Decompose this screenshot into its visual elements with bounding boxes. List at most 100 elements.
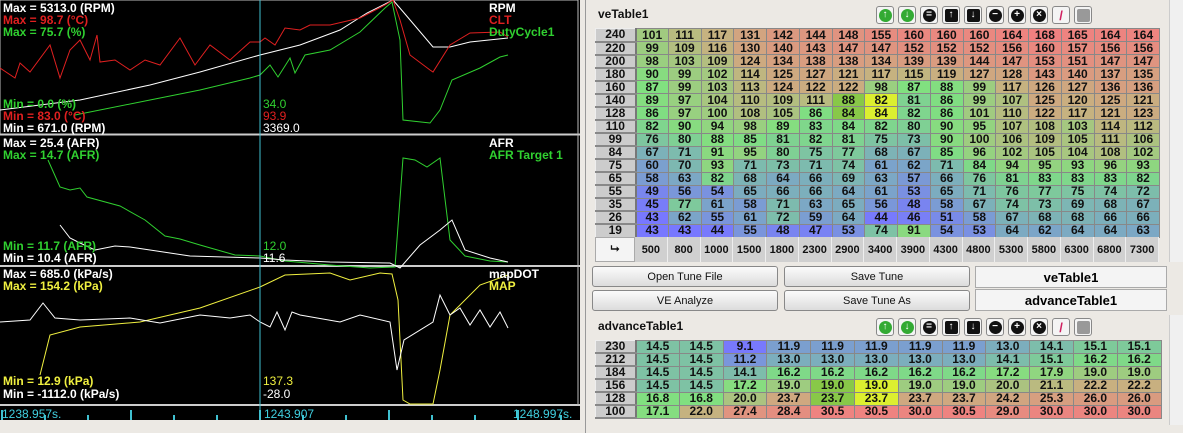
table-cell[interactable]: 81 (766, 132, 800, 147)
table-cell[interactable]: 84 (962, 158, 997, 173)
table-cell[interactable]: 142 (766, 27, 800, 43)
table-cell[interactable]: 119 (929, 67, 964, 82)
pen-button[interactable]: / (1052, 6, 1070, 24)
table-cell[interactable]: 86 (929, 93, 964, 108)
table-cell[interactable]: 68 (1060, 210, 1095, 225)
ve-scrollbar[interactable] (1169, 0, 1183, 262)
table-cell[interactable]: 102 (1126, 145, 1160, 160)
table-cell[interactable]: 152 (962, 41, 997, 56)
table-cell[interactable]: 87 (635, 80, 669, 95)
table-cell[interactable]: 122 (1028, 106, 1062, 121)
square-button[interactable] (1074, 6, 1092, 24)
table-cell[interactable]: 65 (831, 197, 866, 212)
table-cell[interactable]: 67 (995, 210, 1029, 225)
table-cell[interactable]: 103 (667, 54, 702, 69)
table-cell[interactable]: 130 (733, 41, 767, 56)
table-cell[interactable]: 68 (733, 171, 767, 186)
table-cell[interactable]: 47 (798, 223, 833, 239)
table-cell[interactable]: 83 (1093, 171, 1128, 186)
table-cell[interactable]: 94 (995, 158, 1029, 173)
table-cell[interactable]: 43 (667, 223, 702, 239)
table-cell[interactable]: 81 (831, 132, 866, 147)
table-cell[interactable]: 80 (667, 132, 702, 147)
table-cell[interactable]: 63 (1126, 223, 1160, 239)
table-cell[interactable]: 121 (1093, 106, 1128, 121)
table-cell[interactable]: 59 (798, 210, 833, 225)
table-cell[interactable]: 45 (635, 197, 669, 212)
table-cell[interactable]: 156 (995, 41, 1029, 56)
table-cell[interactable]: 56 (667, 184, 702, 199)
table-cell[interactable]: 62 (667, 210, 702, 225)
table-cell[interactable]: 66 (929, 171, 964, 186)
table-cell[interactable]: 165 (1060, 27, 1095, 43)
table-cell[interactable]: 99 (667, 67, 702, 82)
col-axis-label[interactable]: 3900 (897, 237, 930, 262)
table-cell[interactable]: 113 (733, 80, 767, 95)
table-cell[interactable]: 71 (667, 145, 702, 160)
table-cell[interactable]: 63 (667, 171, 702, 186)
table-cell[interactable]: 66 (766, 184, 800, 199)
table-cell[interactable]: 64 (1060, 223, 1095, 239)
col-axis-label[interactable]: 2300 (799, 237, 832, 262)
table-cell[interactable]: 105 (1060, 132, 1095, 147)
table-cell[interactable]: 48 (766, 223, 800, 239)
table-cell[interactable]: 114 (1093, 119, 1128, 134)
table-cell[interactable]: 67 (635, 145, 669, 160)
col-axis-label[interactable]: 2900 (832, 237, 865, 262)
plus-button[interactable]: + (1008, 6, 1026, 24)
table-cell[interactable]: 30.0 (897, 404, 943, 419)
table-cell[interactable]: 68 (864, 145, 898, 160)
table-cell[interactable]: 89 (635, 93, 669, 108)
table-cell[interactable]: 155 (864, 27, 898, 43)
table-cell[interactable]: 152 (897, 41, 931, 56)
table-cell[interactable]: 56 (864, 197, 898, 212)
col-axis-label[interactable]: 1000 (701, 237, 734, 262)
row-axis-label[interactable]: 55 (595, 184, 637, 200)
table-cell[interactable]: 90 (667, 119, 702, 134)
table-cell[interactable]: 74 (831, 158, 866, 173)
table-cell[interactable]: 98 (733, 119, 767, 134)
table-cell[interactable]: 98 (864, 80, 898, 95)
table-cell[interactable]: 124 (766, 80, 800, 95)
table-cell[interactable]: 64 (831, 210, 866, 225)
table-cell[interactable]: 101 (962, 106, 997, 121)
table-cell[interactable]: 83 (1060, 171, 1095, 186)
table-cell[interactable]: 76 (995, 184, 1029, 199)
table-cell[interactable]: 109 (667, 41, 702, 56)
table-cell[interactable]: 93 (700, 158, 735, 173)
table-cell[interactable]: 116 (700, 41, 735, 56)
table-cell[interactable]: 86 (929, 106, 964, 121)
row-axis-label[interactable]: 99 (595, 132, 637, 148)
table-cell[interactable]: 30.5 (853, 404, 899, 419)
table-cell[interactable]: 83 (798, 119, 833, 134)
table-cell[interactable]: 125 (1028, 93, 1062, 108)
table-cell[interactable]: 103 (700, 80, 735, 95)
table-cell[interactable]: 160 (962, 27, 997, 43)
table-cell[interactable]: 66 (1093, 210, 1128, 225)
table-cell[interactable]: 71 (929, 158, 964, 173)
table-cell[interactable]: 82 (635, 119, 669, 134)
table-cell[interactable]: 137 (1093, 67, 1128, 82)
table-cell[interactable]: 125 (1093, 93, 1128, 108)
table-cell[interactable]: 136 (1093, 80, 1128, 95)
table-cell[interactable]: 105 (1028, 145, 1062, 160)
table-cell[interactable]: 122 (798, 80, 833, 95)
table-cell[interactable]: 61 (864, 158, 898, 173)
col-axis-label[interactable]: 4300 (930, 237, 963, 262)
table-cell[interactable]: 73 (1028, 197, 1062, 212)
table-cell[interactable]: 30.0 (1072, 404, 1118, 419)
table-cell[interactable]: 156 (1093, 41, 1128, 56)
table-cell[interactable]: 58 (635, 171, 669, 186)
table-cell[interactable]: 136 (1126, 80, 1160, 95)
table-cell[interactable]: 134 (766, 54, 800, 69)
table-cell[interactable]: 73 (897, 132, 931, 147)
table-cell[interactable]: 72 (766, 210, 800, 225)
multiply-button[interactable]: × (1030, 318, 1048, 336)
table-cell[interactable]: 160 (929, 27, 964, 43)
table-cell[interactable]: 96 (962, 145, 997, 160)
row-axis-label[interactable]: 75 (595, 158, 637, 174)
table-cell[interactable]: 117 (995, 80, 1029, 95)
table-cell[interactable]: 81 (995, 171, 1029, 186)
table-cell[interactable]: 66 (798, 184, 833, 199)
table-cell[interactable]: 63 (864, 171, 898, 186)
